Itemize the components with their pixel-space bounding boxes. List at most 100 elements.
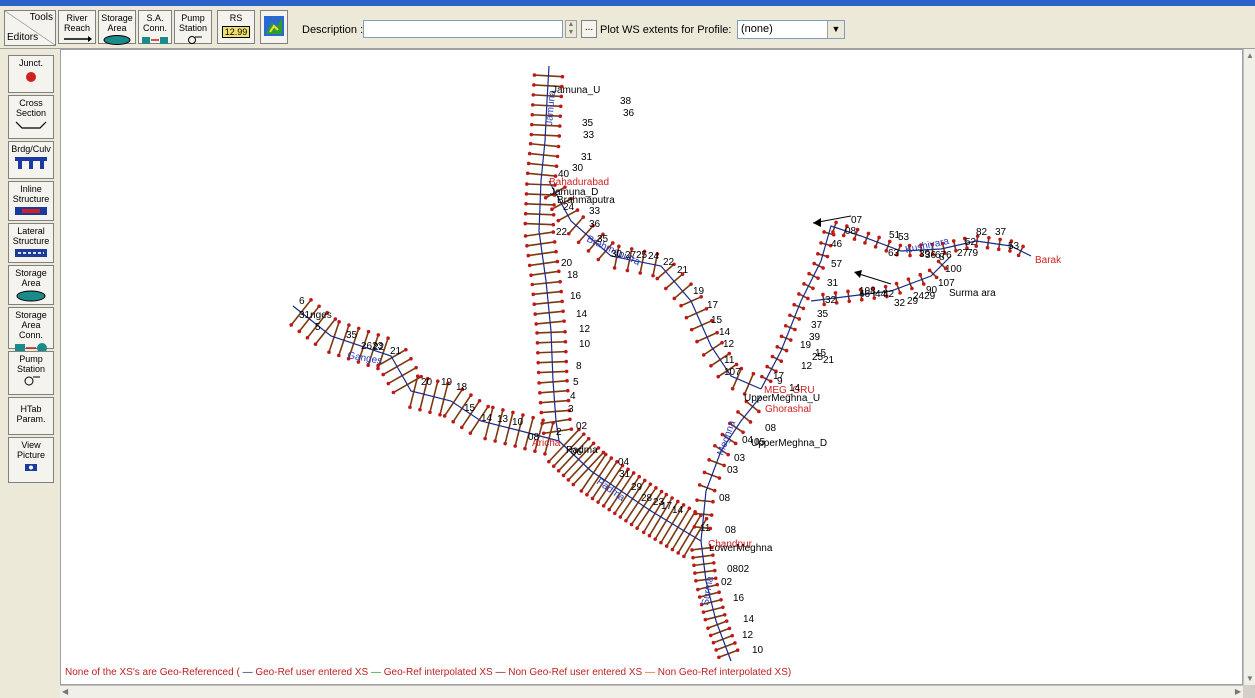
cross-section-end-dot <box>735 648 740 653</box>
river-network-schematic[interactable]: BahadurabadArichaChandpurMEG_GRUGhorasha… <box>61 50 1242 684</box>
htab-param-tool-button[interactable]: HTab Param. <box>8 397 54 435</box>
station-label: 29 <box>631 482 643 493</box>
cross-section-end-dot <box>707 458 711 462</box>
river-station-button[interactable]: RS 12.99 <box>217 10 255 44</box>
cross-section-end-dot <box>582 432 586 436</box>
cross-section-end-dot <box>538 400 543 405</box>
station-label: 0802 <box>727 564 750 575</box>
storage-area-connection-tool-button[interactable]: Storage Area Conn. <box>8 307 54 353</box>
horizontal-scrollbar[interactable]: ◀ ▶ <box>60 685 1243 698</box>
cross-section-end-dot <box>590 496 595 501</box>
cross-section-end-dot <box>679 303 683 308</box>
cross-section-end-dot <box>721 605 725 610</box>
cross-section-end-dot <box>376 333 381 337</box>
scroll-left-icon[interactable]: ◀ <box>62 687 68 696</box>
cross-section-end-dot <box>337 320 341 324</box>
junction-tool-button[interactable]: Junct. <box>8 55 54 93</box>
station-label: LowerMeghna <box>709 543 773 554</box>
cross-section-tool-button[interactable]: Cross Section <box>8 95 54 139</box>
cross-section-end-dot <box>538 391 542 395</box>
station-label: 37 <box>811 320 823 331</box>
station-label: 36 <box>589 219 601 230</box>
cross-section-end-dot <box>709 513 714 517</box>
cross-section-end-dot <box>863 241 867 245</box>
schematic-canvas[interactable]: Bahadurabad Aricha Chandpur MEG_GRU Ghorasha… <box>60 49 1243 685</box>
cross-section-end-dot <box>533 449 537 454</box>
cross-section-end-dot <box>569 427 574 431</box>
cross-section-end-dot <box>566 231 571 236</box>
cross-section-end-dot <box>701 610 706 614</box>
station-label: 100 <box>945 264 962 275</box>
cross-section-end-dot <box>741 430 745 435</box>
cross-section-end-dot <box>585 492 589 497</box>
plot-ws-label: Plot WS extents for Profile: <box>600 24 732 36</box>
cross-section-end-dot <box>317 304 321 309</box>
sa-conn-label-2: Conn. <box>142 23 168 33</box>
cross-section-end-dot <box>558 104 563 109</box>
cross-section-end-dot <box>779 334 784 339</box>
lateral-structure-tool-button[interactable]: Lateral Structure <box>8 223 54 263</box>
vertical-scrollbar[interactable]: ▲ ▼ <box>1243 49 1255 685</box>
scroll-right-icon[interactable]: ▶ <box>1235 687 1241 696</box>
cross-section-end-dot <box>784 348 789 353</box>
station-label: 35 <box>817 309 829 320</box>
cross-section-end-dot <box>693 511 698 516</box>
station-label: 32 <box>894 298 906 309</box>
cross-section-end-dot <box>797 317 802 321</box>
map-icon <box>264 16 284 36</box>
cross-section-end-dot <box>491 405 495 410</box>
inline-structure-tool-button[interactable]: Inline Structure <box>8 181 54 221</box>
cross-section-end-dot <box>526 161 531 166</box>
bridge-culvert-tool-button[interactable]: Brdg/Culv <box>8 141 54 179</box>
cross-section-end-dot <box>629 522 634 527</box>
cross-section-end-dot <box>564 359 569 364</box>
tools-editors-toggle[interactable]: Tools Editors <box>4 10 56 46</box>
cross-section-end-dot <box>531 93 536 97</box>
station-label: 28 <box>641 493 653 504</box>
station-label: 14 <box>672 505 684 516</box>
description-input[interactable] <box>363 20 563 38</box>
profile-select[interactable]: (none) ▼ <box>737 20 845 39</box>
station-label: 107 <box>724 367 741 378</box>
station-label: 24 <box>563 202 575 213</box>
storage-area-tool-button[interactable]: Storage Area <box>8 265 54 305</box>
inline-structure-label: Inline Structure <box>12 184 50 204</box>
station-label: 33 <box>583 130 595 141</box>
description-spinner[interactable]: ▲ ▼ <box>565 20 577 38</box>
cross-section-end-dot <box>775 345 780 349</box>
station-label: 03 <box>734 453 746 464</box>
cross-section-label: Cross Section <box>15 98 47 118</box>
station-label: 19 <box>693 286 705 297</box>
station-label: 12 <box>801 361 813 372</box>
station-label: 15 <box>464 403 476 414</box>
cross-section-end-dot <box>927 268 932 273</box>
cross-section-end-dot <box>692 525 697 529</box>
cross-section-end-dot <box>676 551 680 555</box>
cross-section-end-dot <box>852 237 857 241</box>
cross-section-end-dot <box>561 473 566 478</box>
description-browse-button[interactable]: ... <box>581 20 597 38</box>
cross-section-end-dot <box>635 526 639 530</box>
cross-section-end-dot <box>734 362 739 367</box>
flow-arrow-icon <box>813 218 821 227</box>
pump-station-tool-button[interactable]: Pump Station <box>8 351 54 395</box>
pump-station-button[interactable]: Pump Station <box>174 10 212 44</box>
cross-section-end-dot <box>428 410 432 415</box>
cross-section-end-dot <box>788 338 793 342</box>
storage-area-button[interactable]: Storage Area <box>98 10 136 45</box>
cross-section-end-dot <box>563 330 567 334</box>
view-picture-tool-button[interactable]: View Picture <box>8 437 54 483</box>
cross-section-end-dot <box>687 506 692 511</box>
chevron-down-icon[interactable]: ▼ <box>827 21 844 38</box>
cross-section-end-dot <box>625 268 630 273</box>
sa-connection-button[interactable]: S.A. Conn. <box>138 10 172 44</box>
storage-area-label-1: Storage <box>101 13 133 23</box>
cross-section-end-dot <box>695 339 699 344</box>
cross-section-end-dot <box>529 132 534 137</box>
pump-icon <box>188 36 202 44</box>
scroll-up-icon[interactable]: ▲ <box>1246 51 1254 60</box>
river-reach-button[interactable]: River Reach <box>58 10 96 44</box>
map-background-button[interactable] <box>260 10 288 44</box>
scroll-down-icon[interactable]: ▼ <box>1246 674 1254 683</box>
cross-section-end-dot <box>556 469 561 473</box>
